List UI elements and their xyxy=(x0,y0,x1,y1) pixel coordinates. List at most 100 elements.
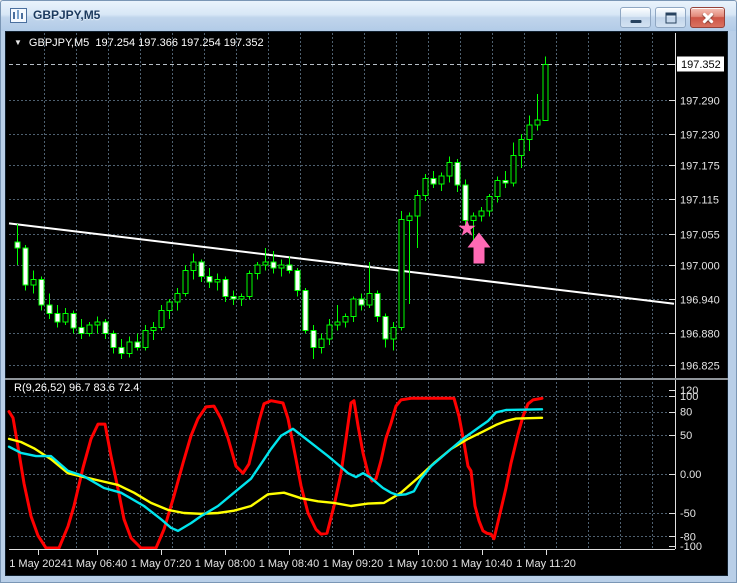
candle-body xyxy=(38,278,45,306)
candle-body xyxy=(334,321,341,326)
candle-body xyxy=(462,184,469,221)
indicator-label: R(9,26,52) 96.7 83.6 72.4 xyxy=(14,382,140,394)
candle-body xyxy=(214,278,221,283)
price-axis[interactable]: 197.290 197.230 197.175 197.115 197.055 197.0… xyxy=(669,56,724,373)
chart-canvas[interactable]: 197.290 197.230 197.175 197.115 197.055 197.0… xyxy=(1,1,737,583)
candle-body xyxy=(262,261,269,266)
candle-body xyxy=(422,177,429,196)
candle-body xyxy=(230,295,237,300)
candle-body xyxy=(494,180,501,198)
candle-body xyxy=(102,321,109,334)
candle-body xyxy=(270,261,277,269)
candle-body xyxy=(374,293,381,317)
chart-window: GBPJPY,M5 197.290 197.230 197.175 197.115 19… xyxy=(0,0,737,583)
indicator-axis-label: 80 xyxy=(680,407,692,419)
symbol-ohlc-text: GBPJPY,M5 197.254 197.366 197.254 197.35… xyxy=(28,37,264,49)
candle-body xyxy=(526,124,533,141)
price-axis-label: 197.230 xyxy=(680,130,720,142)
price-axis-label: 197.290 xyxy=(680,96,720,108)
candle-body xyxy=(246,273,253,297)
candle-body xyxy=(198,261,205,278)
candle-body xyxy=(478,210,485,217)
time-axis-label: 1 May 10:40 xyxy=(452,558,513,570)
oscillator-lines xyxy=(7,396,544,550)
candle-body xyxy=(206,275,213,283)
candle-body xyxy=(430,177,437,185)
candle-body xyxy=(150,327,157,332)
candle-body xyxy=(134,341,141,349)
time-axis-label: 1 May 08:00 xyxy=(195,558,256,570)
candle-body xyxy=(350,298,357,317)
indicator-line-R9 xyxy=(7,396,544,550)
indicator-axis-label: -50 xyxy=(680,508,696,520)
candle-body xyxy=(366,293,373,306)
current-price-label: 197.352 xyxy=(681,59,721,71)
triangle-down-icon: ▼ xyxy=(14,38,22,47)
time-axis-label: 1 May 2024 xyxy=(9,558,66,570)
candle-body xyxy=(254,264,261,274)
price-axis-label: 197.175 xyxy=(680,161,720,173)
candle-body xyxy=(286,264,293,272)
candle-body xyxy=(70,313,77,329)
candle-body xyxy=(46,304,53,314)
candle-body xyxy=(438,175,445,185)
candle-body xyxy=(518,139,525,157)
candle-body xyxy=(326,324,333,340)
price-axis-label: 197.115 xyxy=(680,195,719,207)
candle-body xyxy=(126,341,133,354)
time-axis-label: 1 May 10:00 xyxy=(388,558,449,570)
candle-body xyxy=(142,330,149,349)
candles xyxy=(14,56,549,360)
price-axis-label: 197.055 xyxy=(680,230,720,242)
candle-body xyxy=(30,278,37,286)
candle-body xyxy=(542,63,549,121)
candle-body xyxy=(302,290,309,332)
time-axis-label: 1 May 06:40 xyxy=(67,558,128,570)
candle-body xyxy=(238,295,245,300)
candle-body xyxy=(382,315,389,340)
indicator-axis-label: 100 xyxy=(680,391,698,403)
time-axis-label: 1 May 07:20 xyxy=(131,558,192,570)
up-arrow-marker[interactable] xyxy=(467,232,491,264)
candle-body xyxy=(310,330,317,349)
trendline[interactable] xyxy=(8,222,675,305)
candle-body xyxy=(398,218,405,329)
price-axis-label: 196.880 xyxy=(680,329,720,341)
indicator-axis-label: 50 xyxy=(680,430,692,442)
indicator-axis-label: 0.00 xyxy=(680,469,701,481)
candle-body xyxy=(342,315,349,323)
candle-body xyxy=(486,196,493,212)
indicator-axis[interactable]: 12010080500.00-50-80-100 xyxy=(669,385,702,553)
time-axis[interactable]: 1 May 2024 1 May 06:40 1 May 07:20 1 May 08… xyxy=(9,550,576,570)
candle-body xyxy=(22,247,29,286)
candle-body xyxy=(110,332,117,349)
candle-body xyxy=(222,278,229,297)
candle-body xyxy=(54,313,61,323)
candle-body xyxy=(406,215,413,222)
candle-body xyxy=(174,293,181,303)
time-axis-label: 1 May 11:20 xyxy=(516,558,576,570)
candle-body xyxy=(510,155,517,184)
candle-body xyxy=(502,180,509,184)
symbol-ohlc-line: ▼ GBPJPY,M5 197.254 197.366 197.254 197.3… xyxy=(14,37,264,49)
price-axis-label: 196.940 xyxy=(680,295,720,307)
candle-body xyxy=(158,310,165,329)
candle-body xyxy=(190,261,197,272)
candle-body xyxy=(534,119,541,126)
time-axis-label: 1 May 09:20 xyxy=(323,558,384,570)
candle-body xyxy=(62,313,69,323)
candle-body xyxy=(86,324,93,334)
candle-body xyxy=(118,347,125,354)
candle-body xyxy=(318,338,325,349)
candle-body xyxy=(470,215,477,222)
candle-body xyxy=(294,270,301,292)
candle-body xyxy=(414,195,421,217)
candle-body xyxy=(358,298,365,306)
price-axis-label: 197.000 xyxy=(680,261,720,273)
candle-body xyxy=(14,241,21,249)
candle-body xyxy=(446,161,453,177)
candle-body xyxy=(78,327,85,334)
candle-body xyxy=(454,161,461,186)
candle-body xyxy=(182,270,189,295)
candle-body xyxy=(94,321,101,326)
